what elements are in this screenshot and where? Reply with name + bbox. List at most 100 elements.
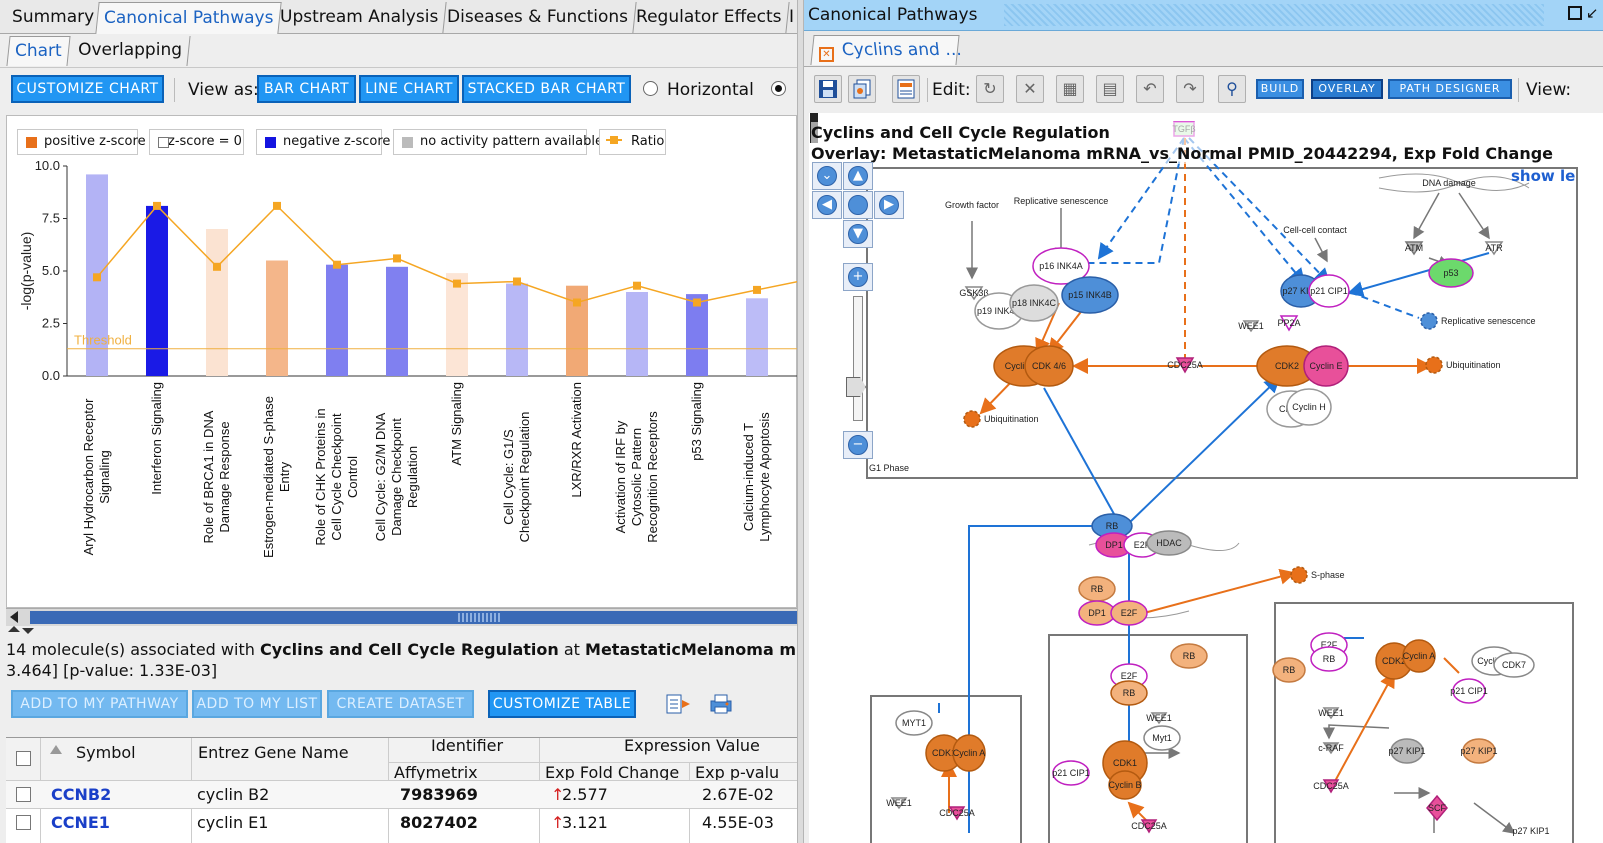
y-tick-label: 7.5 xyxy=(42,211,60,226)
line-chart-button[interactable]: LINE CHART xyxy=(359,75,459,103)
collapse-down-icon[interactable] xyxy=(22,628,34,634)
delete-icon[interactable]: ✕ xyxy=(1016,75,1044,103)
pan-down-button[interactable]: ▼ xyxy=(843,220,873,248)
legend-ratio: Ratio xyxy=(599,129,666,155)
overlay-title: Overlay: MetastaticMelanoma mRNA_vs_Norm… xyxy=(811,144,1554,163)
pathway-node[interactable] xyxy=(1425,356,1443,374)
path-designer-button[interactable]: PATH DESIGNER xyxy=(1388,79,1512,99)
copy-icon[interactable] xyxy=(848,75,876,103)
expand-up-icon[interactable] xyxy=(8,626,20,632)
zoom-slider-track[interactable] xyxy=(853,296,863,421)
row-checkbox[interactable] xyxy=(16,815,31,830)
header-expression[interactable]: Expression Value xyxy=(624,736,760,755)
refresh-icon[interactable]: ↻ xyxy=(976,75,1004,103)
ungroup-icon[interactable]: ▤ xyxy=(1096,75,1124,103)
arrow-up-icon: ▲ xyxy=(848,166,868,186)
x-tick-label[interactable]: Cell Cycle: G2/M DNADamage CheckpointReg… xyxy=(373,412,420,541)
pan-left-button[interactable]: ◀ xyxy=(812,191,842,219)
x-tick-label[interactable]: Interferon Signaling xyxy=(149,382,164,495)
tab-diseases-functions[interactable]: Diseases & Functions xyxy=(439,2,637,33)
select-all-checkbox[interactable] xyxy=(16,751,31,766)
create-dataset-button[interactable]: CREATE DATASET xyxy=(327,690,474,718)
x-tick-label[interactable]: Calcium-induced TLymphocyte Apoptosis xyxy=(741,412,772,542)
customize-table-button[interactable]: CUSTOMIZE TABLE xyxy=(488,690,636,718)
bar-chart-button[interactable]: BAR CHART xyxy=(257,75,356,103)
x-tick-label-line: Damage Checkpoint xyxy=(389,418,404,536)
identifier: 7983969 xyxy=(400,785,478,804)
redo-icon[interactable]: ↷ xyxy=(1176,75,1204,103)
tab-canonical-pathways[interactable]: Canonical Pathways xyxy=(95,2,283,34)
add-to-my-pathway-button[interactable]: ADD TO MY PATHWAY xyxy=(11,690,188,718)
arrow-right-icon: ▶ xyxy=(879,195,899,215)
export-icon[interactable] xyxy=(665,692,695,716)
scroll-left-icon[interactable] xyxy=(10,611,18,623)
header-identifier[interactable]: Identifier xyxy=(431,736,503,755)
x-tick-label[interactable]: Role of CHK Proteins inCell Cycle Checkp… xyxy=(313,408,360,545)
header-symbol[interactable]: Symbol xyxy=(76,741,136,765)
customize-chart-button[interactable]: CUSTOMIZE CHART xyxy=(11,75,164,103)
tab-summary[interactable]: Summary xyxy=(4,2,103,33)
pan-right-button[interactable]: ▶ xyxy=(874,191,904,219)
pathway-node[interactable] xyxy=(1420,312,1438,330)
tab-more[interactable]: I xyxy=(781,2,797,33)
table-row[interactable]: CCNE1 cyclin E1 8027402 ↑ 3.121 4.55E-03 xyxy=(6,808,797,836)
add-to-my-list-button[interactable]: ADD TO MY LIST xyxy=(192,690,322,718)
tab-cyclins[interactable]: ✕ Cyclins and ... xyxy=(810,35,962,65)
x-tick-label[interactable]: Role of BRCA1 in DNADamage Response xyxy=(201,410,232,543)
vertical-radio[interactable] xyxy=(771,81,786,96)
pan-collapse-button[interactable]: ⌄ xyxy=(812,162,842,190)
info-pvalue: 3.464] [p-value: 1.33E-03] xyxy=(6,661,218,680)
header-entrez[interactable]: Entrez Gene Name xyxy=(198,741,349,765)
x-tick-label[interactable]: p53 Signaling xyxy=(689,382,704,461)
x-tick-label[interactable]: Estrogen-mediated S-phaseEntry xyxy=(261,396,292,558)
sort-asc-icon[interactable] xyxy=(50,745,62,754)
build-button[interactable]: BUILD xyxy=(1256,79,1304,99)
table-row[interactable]: CCNB2 cyclin B2 7983969 ↑ 2.577 2.67E-02 xyxy=(6,780,797,808)
pathway-node-label: p16 INK4A xyxy=(1039,261,1083,271)
tab-content: ✕ Cyclins and ... xyxy=(819,36,962,64)
x-tick-label[interactable]: Aryl Hydrocarbon ReceptorSignaling xyxy=(81,398,112,555)
row-checkbox[interactable] xyxy=(16,787,31,802)
show-legend-link[interactable]: show le xyxy=(1511,167,1575,185)
tab-upstream-analysis[interactable]: Upstream Analysis xyxy=(272,2,447,33)
export-icon[interactable] xyxy=(892,75,920,103)
overlay-button[interactable]: OVERLAY xyxy=(1311,79,1383,99)
pathway-node[interactable] xyxy=(1290,566,1308,584)
zoom-out-button[interactable]: − xyxy=(843,431,873,459)
restore-icon[interactable] xyxy=(1568,6,1582,20)
scroll-thumb[interactable] xyxy=(30,611,797,624)
p-value: 4.55E-03 xyxy=(702,813,774,832)
x-tick-label[interactable]: Activation of IRF byCytosolic PatternRec… xyxy=(613,411,660,543)
x-tick-label[interactable]: ATM Signaling xyxy=(449,382,464,466)
split-divider[interactable] xyxy=(797,0,804,843)
pathway-node-label: E2F xyxy=(1121,671,1138,681)
legend-swatch xyxy=(158,137,169,148)
pathway-node[interactable] xyxy=(963,410,981,428)
group-icon[interactable]: ▦ xyxy=(1056,75,1084,103)
symbol-link[interactable]: CCNB2 xyxy=(51,785,111,804)
tab-chart[interactable]: Chart xyxy=(6,36,71,66)
pan-up-button[interactable]: ▲ xyxy=(843,162,873,190)
pathway-node-label: Replicative senescence xyxy=(1441,316,1536,326)
x-tick-label[interactable]: Cell Cycle: G1/SCheckpoint Regulation xyxy=(501,412,532,543)
minimize-icon[interactable]: ↙ xyxy=(1586,4,1599,22)
horizontal-radio[interactable] xyxy=(643,81,658,96)
pathway-canvas[interactable]: TGFβGrowth factorReplicative senescencep… xyxy=(809,113,1603,843)
pathway-node-label: Ubiquitination xyxy=(984,414,1039,424)
pathway-node-label: ATR xyxy=(1485,243,1503,253)
x-tick-label[interactable]: LXR/RXR Activation xyxy=(569,382,584,498)
undo-icon[interactable]: ↶ xyxy=(1136,75,1164,103)
save-icon[interactable] xyxy=(814,75,842,103)
pathway-node-label: CDC25A xyxy=(1131,821,1167,831)
stacked-bar-chart-button[interactable]: STACKED BAR CHART xyxy=(462,75,631,103)
tab-regulator-effects[interactable]: Regulator Effects xyxy=(628,2,791,33)
symbol-link[interactable]: CCNE1 xyxy=(51,813,110,832)
print-icon[interactable] xyxy=(708,692,734,716)
zoom-in-button[interactable]: + xyxy=(843,263,873,291)
zoom-icon[interactable]: ⚲ xyxy=(1218,75,1246,103)
tab-overlapping[interactable]: Overlapping xyxy=(70,36,191,66)
tab-label: Summary xyxy=(12,7,95,27)
pan-center-button[interactable] xyxy=(843,191,873,219)
pathway-node-label: CDK2 xyxy=(1275,361,1299,371)
chart-scrollbar[interactable] xyxy=(6,608,797,626)
